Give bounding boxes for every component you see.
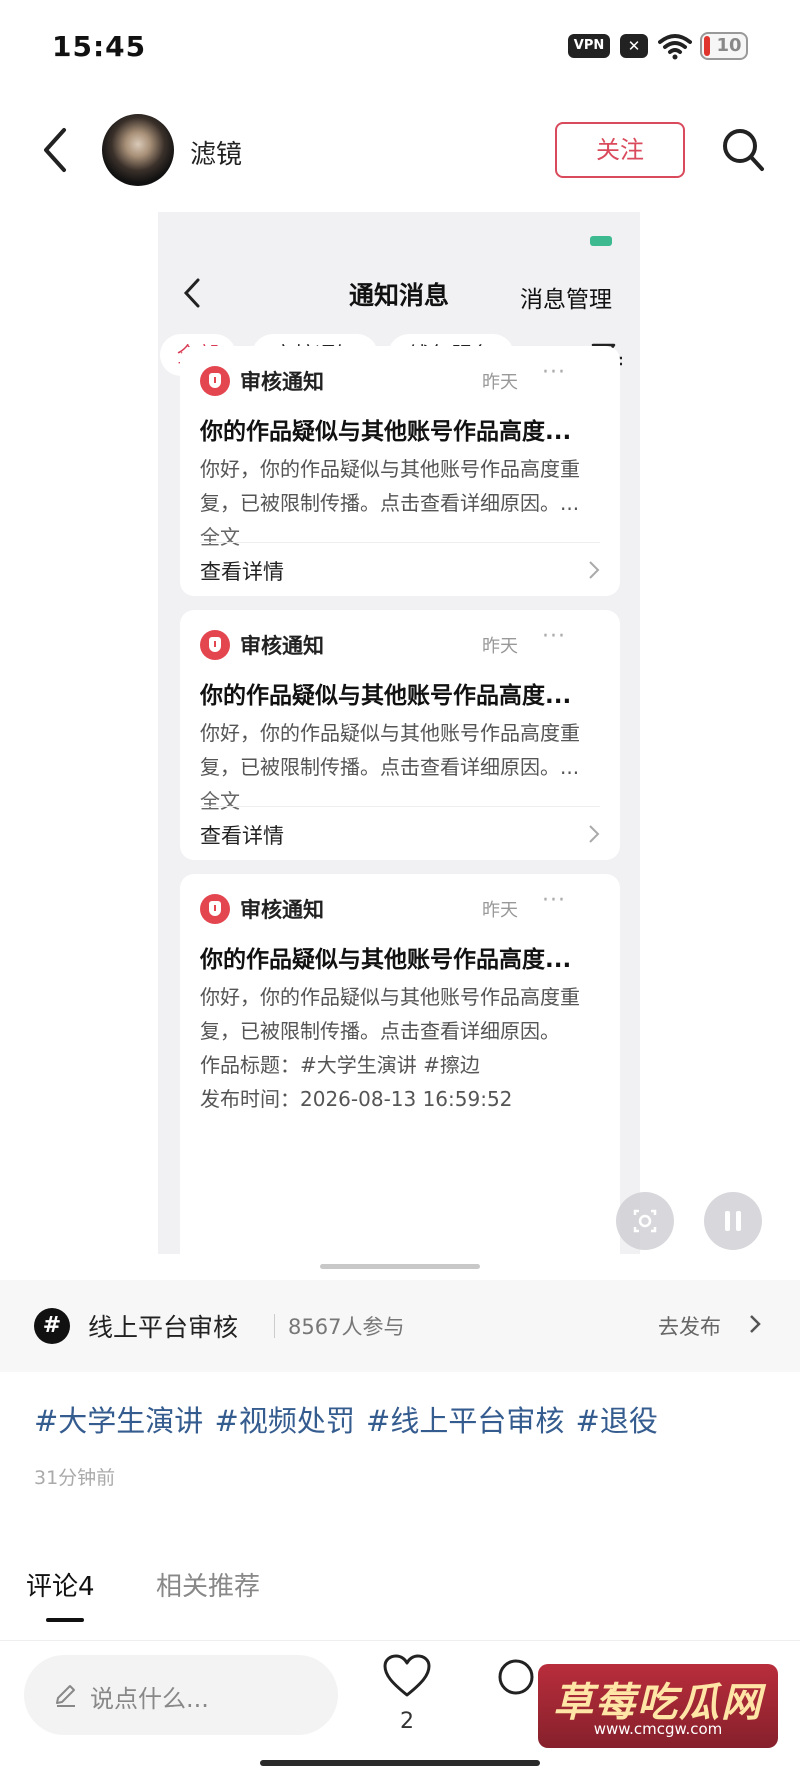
- more-icon: ···: [542, 888, 566, 913]
- work-title-line: 作品标题：#大学生演讲 #擦边: [200, 1053, 480, 1077]
- topic-bar[interactable]: # 线上平台审核 8567人参与 去发布: [0, 1280, 800, 1372]
- username[interactable]: 滤镜: [190, 134, 242, 171]
- topic-participants: 8567人参与: [288, 1315, 405, 1339]
- comment-placeholder: 说点什么...: [90, 1685, 209, 1713]
- status-time: 15:45: [52, 30, 147, 63]
- view-detail: 查看详情: [200, 824, 284, 848]
- heart-icon[interactable]: [382, 1653, 432, 1699]
- card-time: 昨天: [482, 636, 518, 657]
- comment-input[interactable]: 说点什么...: [24, 1655, 338, 1735]
- pencil-icon: [56, 1685, 75, 1707]
- notification-screenshot: 通知消息 消息管理 全部 审核通知 钱包服务 审核通知 昨天 ··· 你的作品疑…: [158, 212, 640, 1254]
- more-icon: ···: [542, 360, 566, 385]
- go-publish-link[interactable]: 去发布: [658, 1311, 721, 1341]
- follow-button[interactable]: 关注: [555, 122, 685, 178]
- card-type: 审核通知: [240, 898, 324, 922]
- fulltext-link: 全文: [200, 789, 240, 813]
- tab-indicator: [46, 1618, 84, 1622]
- star-icon[interactable]: [496, 1657, 536, 1697]
- post-hashtags[interactable]: #大学生演讲 #视频处罚 #线上平台审核 #退役: [34, 1398, 658, 1440]
- home-indicator: [260, 1760, 540, 1766]
- warning-icon: [200, 630, 230, 660]
- view-detail: 查看详情: [200, 560, 284, 584]
- hashtag-icon: #: [34, 1308, 70, 1344]
- search-icon[interactable]: [720, 124, 768, 176]
- chevron-right-icon: [589, 561, 600, 579]
- status-bar: 15:45 VPN ✕ 10: [0, 0, 800, 90]
- tab-comments[interactable]: 评论4: [26, 1566, 95, 1603]
- divider: [274, 1314, 275, 1338]
- watermark: 草莓吃瓜网 www.cmcgw.com: [538, 1664, 778, 1748]
- notification-card: 审核通知 昨天 ··· 你的作品疑似与其他账号作品高度... 你好，你的作品疑似…: [180, 610, 620, 860]
- pause-button[interactable]: [704, 1192, 762, 1250]
- like-count: 2: [400, 1709, 414, 1734]
- more-icon: ···: [542, 624, 566, 649]
- card-time: 昨天: [482, 372, 518, 393]
- avatar[interactable]: [102, 114, 174, 186]
- topic-name: 线上平台审核: [88, 1313, 239, 1342]
- scan-icon: [633, 1209, 657, 1233]
- pause-icon: [725, 1211, 741, 1231]
- card-type: 审核通知: [240, 634, 324, 658]
- post-time: 31分钟前: [34, 1467, 116, 1489]
- back-icon[interactable]: [34, 122, 74, 178]
- notification-card: 审核通知 昨天 ··· 你的作品疑似与其他账号作品高度... 你好，你的作品疑似…: [180, 346, 620, 596]
- fulltext-link: 全文: [200, 525, 240, 549]
- card-title: 你的作品疑似与其他账号作品高度...: [200, 683, 572, 709]
- battery-percent: 10: [716, 35, 742, 56]
- notification-card: 审核通知 昨天 ··· 你的作品疑似与其他账号作品高度... 你好，你的作品疑似…: [180, 874, 620, 1254]
- battery-level: [704, 36, 710, 56]
- card-type: 审核通知: [240, 370, 324, 394]
- chevron-right-icon: [589, 825, 600, 843]
- battery-icon: [590, 236, 612, 246]
- wifi-icon: [658, 34, 692, 60]
- card-body: 你好，你的作品疑似与其他账号作品高度重复，已被限制传播。点击查看详细原因。...…: [200, 721, 580, 813]
- divider: [200, 806, 600, 807]
- card-body: 你好，你的作品疑似与其他账号作品高度重复，已被限制传播。点击查看详细原因。 作品…: [200, 980, 600, 1116]
- vpn-icon: VPN: [568, 34, 610, 58]
- card-time: 昨天: [482, 900, 518, 921]
- card-body: 你好，你的作品疑似与其他账号作品高度重复，已被限制传播。点击查看详细原因。...…: [200, 457, 580, 549]
- publish-time-line: 发布时间：2026-08-13 16:59:52: [200, 1087, 513, 1111]
- warning-icon: [200, 894, 230, 924]
- tab-related[interactable]: 相关推荐: [156, 1566, 260, 1603]
- chevron-right-icon: [750, 1315, 761, 1333]
- card-title: 你的作品疑似与其他账号作品高度...: [200, 947, 572, 973]
- message-manage: 消息管理: [520, 287, 612, 313]
- media-progress-handle[interactable]: [320, 1264, 480, 1269]
- warning-icon: [200, 366, 230, 396]
- divider: [200, 542, 600, 543]
- card-title: 你的作品疑似与其他账号作品高度...: [200, 419, 572, 445]
- watermark-url: www.cmcgw.com: [593, 1720, 723, 1738]
- battery-icon: 10: [700, 32, 748, 60]
- screen-capture-button[interactable]: [616, 1192, 674, 1250]
- x-app-icon: ✕: [620, 34, 648, 58]
